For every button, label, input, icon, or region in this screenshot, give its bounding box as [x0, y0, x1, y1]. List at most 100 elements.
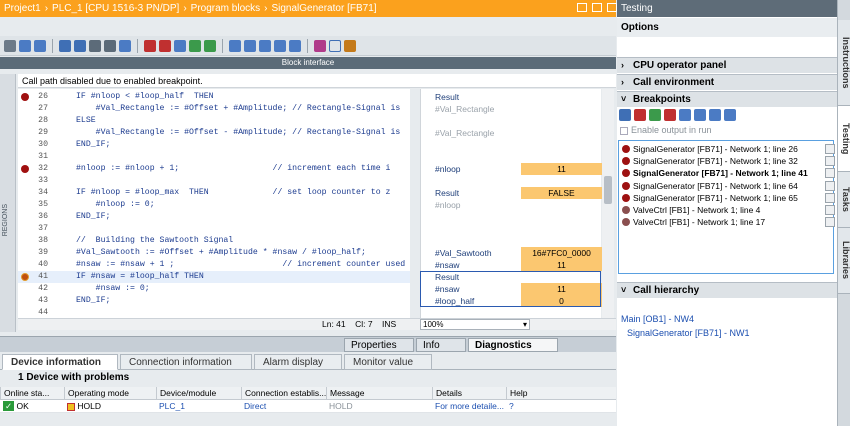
- scl-code-editor[interactable]: 26 IF #nloop < #loop_half THEN 27 #Val_Rec…: [18, 89, 410, 318]
- connection-link[interactable]: Direct: [241, 400, 326, 413]
- step-out-icon[interactable]: [709, 109, 721, 121]
- step-over-icon[interactable]: [204, 39, 216, 52]
- breakpoint-options-button[interactable]: [825, 217, 835, 228]
- code-line[interactable]: 26 IF #nloop < #loop_half THEN: [18, 91, 410, 103]
- breakpoint-item[interactable]: SignalGenerator [FB71] - Network 1; line…: [621, 143, 835, 155]
- disable-all-icon[interactable]: [664, 109, 676, 121]
- breakpoint-icon[interactable]: [21, 165, 29, 173]
- breakpoint-options-button[interactable]: [825, 168, 835, 179]
- code-line[interactable]: 32 #nloop := #nloop + 1; // increment eac…: [18, 163, 410, 175]
- call-icon[interactable]: [314, 39, 326, 52]
- outdent-icon[interactable]: [74, 39, 86, 52]
- glasses-icon[interactable]: [329, 39, 341, 52]
- tab-diagnostics[interactable]: Diagnostics: [468, 338, 558, 352]
- close-icon[interactable]: [607, 3, 617, 12]
- code-line[interactable]: 33: [18, 175, 410, 187]
- code-line[interactable]: 28 ELSE: [18, 115, 410, 127]
- crumb-project[interactable]: Project1: [4, 3, 41, 14]
- tab-alarm-display[interactable]: Alarm display: [254, 354, 342, 370]
- col-connection[interactable]: Connection establis...: [241, 387, 326, 400]
- breakpoint-options-button[interactable]: [825, 156, 835, 167]
- tab-info[interactable]: Info: [416, 338, 466, 352]
- breakpoint-item[interactable]: SignalGenerator [FB71] - Network 1; line…: [621, 155, 835, 167]
- breakpoint-icon[interactable]: [622, 193, 630, 202]
- enable-output-checkbox[interactable]: Enable output in run: [620, 125, 712, 136]
- step-over-icon[interactable]: [679, 109, 691, 121]
- crumb-plc[interactable]: PLC_1 [CPU 1516-3 PN/DP]: [52, 3, 179, 14]
- minimize-icon[interactable]: [577, 3, 587, 12]
- breakpoint-icon[interactable]: [622, 145, 630, 153]
- section-breakpoints[interactable]: ˅ Breakpoints: [617, 91, 837, 107]
- tab-instructions[interactable]: Instructions: [838, 20, 850, 106]
- network-icon[interactable]: [4, 39, 16, 52]
- details-link[interactable]: For more detaile...: [432, 400, 506, 413]
- code-line[interactable]: 36 END_IF;: [18, 211, 410, 223]
- code-line[interactable]: 43 END_IF;: [18, 295, 410, 307]
- tab-tasks[interactable]: Tasks: [838, 172, 850, 228]
- bookmark-icon[interactable]: [119, 39, 131, 52]
- step-into-icon[interactable]: [694, 109, 706, 121]
- breakpoint-icon[interactable]: [622, 218, 630, 227]
- crumb-folder[interactable]: Program blocks: [191, 3, 260, 14]
- regions-panel[interactable]: REGIONS: [0, 74, 16, 332]
- col-operating-mode[interactable]: Operating mode: [64, 387, 156, 400]
- indent-icon[interactable]: [59, 39, 71, 52]
- code-line[interactable]: 44: [18, 307, 410, 318]
- uncomment-icon[interactable]: [104, 39, 116, 52]
- current-breakpoint-icon[interactable]: [21, 273, 29, 281]
- run-to-icon[interactable]: [259, 39, 271, 52]
- col-details[interactable]: Details: [432, 387, 506, 400]
- code-line[interactable]: 34 IF #nloop = #loop_max THEN // set loop…: [18, 187, 410, 199]
- breakpoint-icon[interactable]: [622, 157, 630, 166]
- breakpoint-item[interactable]: SignalGenerator [FB71] - Network 1; line…: [621, 180, 835, 192]
- code-line[interactable]: 40 #nsaw := #nsaw + 1 ; // increment coun…: [18, 259, 410, 271]
- add-breakpoint-icon[interactable]: [619, 109, 631, 121]
- section-cpu-operator-panel[interactable]: › CPU operator panel: [617, 57, 837, 73]
- run-to-cursor-icon[interactable]: [724, 109, 736, 121]
- delete-breakpoint-icon[interactable]: [159, 39, 171, 52]
- tab-connection-information[interactable]: Connection information: [120, 354, 252, 370]
- section-call-environment[interactable]: › Call environment: [617, 74, 837, 90]
- code-line[interactable]: 39 #Val_Sawtooth := #Offset + #Amplitude …: [18, 247, 410, 259]
- zoom-select[interactable]: 100% ▾: [420, 319, 530, 330]
- breakpoint-options-button[interactable]: [825, 205, 835, 215]
- breakpoint-item[interactable]: ValveCtrl [FB1] - Network 1; line 4: [621, 204, 835, 216]
- tab-device-information[interactable]: Device information: [2, 354, 118, 370]
- step-into-icon[interactable]: [229, 39, 241, 52]
- breakpoint-icon[interactable]: [21, 93, 29, 101]
- breakpoint-item[interactable]: SignalGenerator [FB71] - Network 1; line…: [621, 167, 835, 179]
- col-online-status[interactable]: Online sta...: [0, 387, 64, 400]
- comment-icon[interactable]: [89, 39, 101, 52]
- device-link[interactable]: PLC_1: [156, 400, 241, 413]
- go-icon[interactable]: [649, 109, 661, 121]
- tab-testing[interactable]: Testing: [838, 106, 850, 172]
- tab-libraries[interactable]: Libraries: [838, 228, 850, 294]
- block-interface-bar[interactable]: Block interface: [0, 57, 616, 69]
- code-line[interactable]: 42 #nsaw := 0;: [18, 283, 410, 295]
- crumb-block[interactable]: SignalGenerator [FB71]: [271, 3, 376, 14]
- breakpoint-icon[interactable]: [622, 206, 630, 214]
- breakpoint-icon[interactable]: [622, 169, 630, 178]
- navigate-icon[interactable]: [289, 39, 301, 52]
- format-icon[interactable]: [274, 39, 286, 52]
- call-hierarchy-item[interactable]: Main [OB1] - NW4: [621, 312, 750, 326]
- code-line[interactable]: 35 #nloop := 0;: [18, 199, 410, 211]
- code-line[interactable]: 27 #Val_Rectangle := #Offset + #Amplitud…: [18, 103, 410, 115]
- step-out-icon[interactable]: [244, 39, 256, 52]
- col-message[interactable]: Message: [326, 387, 432, 400]
- monitor-icon[interactable]: [174, 39, 186, 52]
- insert-row-icon[interactable]: [19, 39, 31, 52]
- add-row-icon[interactable]: [34, 39, 46, 52]
- restore-icon[interactable]: [592, 3, 602, 12]
- section-call-hierarchy[interactable]: ˅ Call hierarchy: [617, 282, 837, 298]
- call-hierarchy-item[interactable]: SignalGenerator [FB71] - NW1: [621, 326, 750, 340]
- code-line[interactable]: 38 // Building the Sawtooth Signal: [18, 235, 410, 247]
- breakpoint-icon[interactable]: [144, 39, 156, 52]
- tab-monitor-value[interactable]: Monitor value: [344, 354, 432, 370]
- breakpoint-item[interactable]: ValveCtrl [FB1] - Network 1; line 17: [621, 216, 835, 228]
- code-line[interactable]: 41 IF #nsaw = #loop_half THEN: [18, 271, 410, 283]
- delete-breakpoint-icon[interactable]: [634, 109, 646, 121]
- col-help[interactable]: Help: [506, 387, 616, 400]
- help-link[interactable]: ?: [506, 400, 526, 413]
- code-line[interactable]: 29 #Val_Rectangle := #Offset - #Amplitud…: [18, 127, 410, 139]
